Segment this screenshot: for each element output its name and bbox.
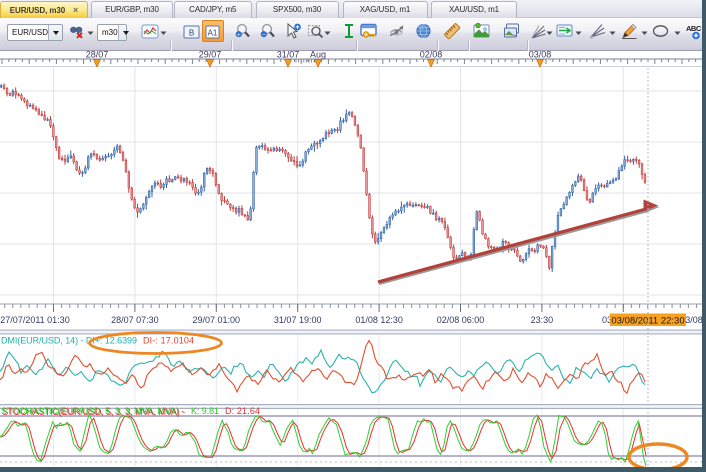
svg-text:27/07/2011 01:30: 27/07/2011 01:30 [0,315,69,325]
svg-text:D: 21.64: D: 21.64 [225,406,260,416]
svg-text:DMI(EUR/USD, 14) - DI+: 12.639: DMI(EUR/USD, 14) - DI+: 12.6399 [1,336,137,346]
svg-text:28/07: 28/07 [86,51,109,60]
svg-text:02/08 06:00: 02/08 06:00 [437,315,485,325]
svg-text:29/07 01:00: 29/07 01:00 [193,315,241,325]
svg-text:K: 9.81: K: 9.81 [191,406,219,416]
svg-text:02/08: 02/08 [420,51,443,60]
svg-text:01/08 12:30: 01/08 12:30 [355,315,403,325]
svg-text:31/07: 31/07 [277,51,300,60]
svg-text:A1: A1 [208,29,218,38]
svg-text:23:30: 23:30 [531,315,554,325]
svg-text:STOCHASTIC(EUR/USD, 5, 3, 3, M: STOCHASTIC(EUR/USD, 5, 3, 3, MVA, MVA) - [1,406,184,416]
svg-text:31/07 19:00: 31/07 19:00 [274,315,322,325]
svg-text:ABC: ABC [686,24,702,33]
svg-text:−: − [262,32,266,39]
svg-text:Aug: Aug [310,51,326,60]
svg-text:29/07: 29/07 [199,51,222,60]
svg-text:3/08: 3/08 [685,315,703,325]
svg-text:DI-: 17.0104: DI-: 17.0104 [143,336,194,346]
svg-text:+: + [237,32,241,39]
svg-text:28/07 07:30: 28/07 07:30 [111,315,159,325]
svg-text:B: B [189,29,194,38]
svg-text:03/08: 03/08 [529,51,552,60]
